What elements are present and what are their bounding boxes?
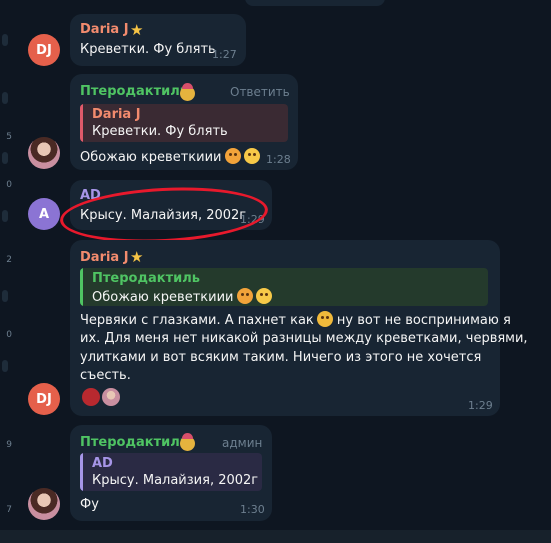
quote-author: Daria J <box>92 107 141 122</box>
quote-bar <box>80 268 83 306</box>
star-badge-icon: ★ <box>130 21 144 39</box>
message-time: 1:27 <box>212 48 237 61</box>
gutter-number: 2 <box>6 255 12 265</box>
author-name[interactable]: Птеродактиль <box>80 84 188 99</box>
previous-message-bubble <box>245 0 385 6</box>
message-bubble[interactable]: Птеродактиль Ответить Daria J Креветки. … <box>70 74 298 170</box>
party-badge-icon <box>180 433 195 451</box>
author-name[interactable]: Daria J <box>80 22 129 37</box>
smiling-face-with-hearts-icon <box>236 288 253 304</box>
reply-button[interactable]: Ответить <box>230 85 290 99</box>
smiling-face-with-hearts-icon <box>224 148 241 164</box>
quote-text: Обожаю креветкиии <box>92 288 272 305</box>
quote-author: Птеродактиль <box>92 271 200 286</box>
author-name[interactable]: Птеродактиль <box>80 435 188 450</box>
gutter-number: 7 <box>6 505 12 515</box>
gutter-marker <box>2 92 8 104</box>
message-time: 1:29 <box>468 399 493 412</box>
message-text-line: их. Для меня нет никакой разницы между к… <box>80 331 528 346</box>
message-bubble[interactable]: Daria J ★ Птеродактиль Обожаю креветкиии… <box>70 240 528 416</box>
message-text: Обожаю креветкиии <box>80 148 260 165</box>
message-text-line: Червяки с глазками. А пахнет как ну вот … <box>80 311 511 328</box>
avatar-photo[interactable] <box>28 137 60 169</box>
grinning-sweat-icon <box>255 288 272 304</box>
gutter-marker <box>2 34 8 46</box>
message-text-line: улитками и вот всяким таким. Ничего из э… <box>80 350 482 365</box>
gutter-marker <box>2 210 8 222</box>
quote-text-content: Обожаю креветкиии <box>92 290 234 305</box>
gutter-number: 0 <box>6 180 12 190</box>
gutter-number: 9 <box>6 440 12 450</box>
woozy-face-icon <box>316 311 333 327</box>
message-bubble[interactable]: Daria J ★ Креветки. Фу блять 1:27 <box>70 14 246 66</box>
avatar[interactable]: DJ <box>28 383 60 415</box>
quote-bar <box>80 453 83 491</box>
avatar-photo[interactable] <box>28 488 60 520</box>
admin-label: админ <box>222 436 263 450</box>
message-time: 1:28 <box>266 153 291 166</box>
quote-text: Крысу. Малайзия, 2002г <box>92 473 259 488</box>
composer-edge <box>0 530 551 543</box>
reply-quote[interactable]: Daria J Креветки. Фу блять <box>80 104 288 142</box>
reply-quote[interactable]: AD Крысу. Малайзия, 2002г <box>80 453 262 491</box>
reaction-user-avatar[interactable] <box>102 388 120 406</box>
avatar-initials: DJ <box>36 391 52 407</box>
gutter-marker <box>2 152 8 164</box>
left-gutter: 5 0 2 0 9 7 <box>0 0 16 543</box>
star-badge-icon: ★ <box>130 248 144 266</box>
avatar[interactable]: A <box>28 198 60 230</box>
message-text-content: Обожаю креветкиии <box>80 150 222 165</box>
quote-bar <box>80 104 83 142</box>
gutter-number: 5 <box>6 132 12 142</box>
gutter-marker <box>2 290 8 302</box>
avatar-initials: A <box>38 206 50 222</box>
quote-author: AD <box>92 456 113 471</box>
gutter-marker <box>2 360 8 372</box>
avatar[interactable]: DJ <box>28 34 60 66</box>
avatar-initials: DJ <box>36 42 52 58</box>
message-text-content: Червяки с глазками. А пахнет как <box>80 313 314 328</box>
reply-quote[interactable]: Птеродактиль Обожаю креветкиии <box>80 268 488 306</box>
message-text-line: съесть. <box>80 368 131 383</box>
gutter-number: 0 <box>6 330 12 340</box>
message-text-content: ну вот не воспринимаю я <box>336 313 511 328</box>
message-text: Фу <box>80 497 99 512</box>
author-name[interactable]: Daria J <box>80 250 129 265</box>
message-text: Креветки. Фу блять <box>80 42 216 57</box>
grinning-sweat-icon <box>243 148 260 164</box>
party-badge-icon <box>180 83 195 101</box>
message-bubble[interactable]: Птеродактиль админ AD Крысу. Малайзия, 2… <box>70 425 272 521</box>
message-time: 1:30 <box>240 503 265 516</box>
reaction-heart-icon[interactable] <box>82 388 100 406</box>
quote-text: Креветки. Фу блять <box>92 124 228 139</box>
